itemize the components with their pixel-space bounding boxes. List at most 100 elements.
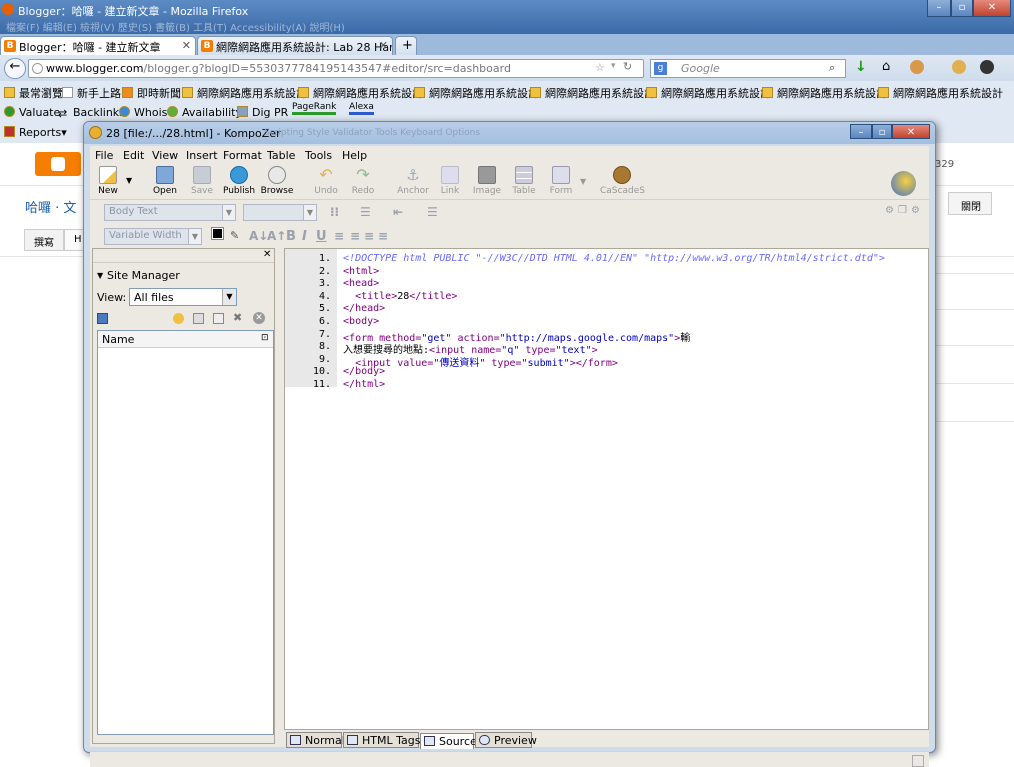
italic-button[interactable]: I xyxy=(302,229,307,244)
publish-button[interactable]: Publish xyxy=(221,166,257,196)
source-line[interactable]: </head> xyxy=(337,303,385,314)
greasemonkey-icon[interactable] xyxy=(910,60,924,74)
download-icon[interactable]: ↓ xyxy=(855,59,867,75)
menu-table[interactable]: Table xyxy=(267,149,295,162)
search-icon[interactable]: ⌕ xyxy=(829,61,835,75)
backlinks-button[interactable]: ⇄ Backlinks xyxy=(58,106,125,120)
collapse-icon[interactable]: ▼ xyxy=(97,271,103,280)
bookmark-item[interactable]: 最常瀏覽 xyxy=(4,85,63,101)
close-tab-icon[interactable]: ✕ xyxy=(379,39,388,52)
kz-maximize-button[interactable]: ▫ xyxy=(872,124,892,139)
compose-tab[interactable]: 撰寫 xyxy=(24,229,64,251)
zoom-icon[interactable]: ⚙ xyxy=(911,205,920,216)
tab-blogger[interactable]: B Blogger：哈囉 - 建立新文章 ✕ xyxy=(0,36,196,55)
bookmark-item[interactable]: 新手上路 xyxy=(62,85,121,101)
menu-file[interactable]: File xyxy=(95,149,113,162)
valuate-button[interactable]: Valuate xyxy=(4,106,60,119)
source-line[interactable]: <head> xyxy=(337,278,379,289)
reports-button[interactable]: Reports▾ xyxy=(4,126,67,139)
bookmark-item[interactable]: 網際網路應用系統設計 xyxy=(298,85,423,101)
source-line[interactable]: </html> xyxy=(337,379,385,390)
back-button[interactable]: ← xyxy=(4,58,26,79)
justify-icon[interactable]: ≡ xyxy=(378,229,388,243)
name-column-header[interactable]: Name ⊡ xyxy=(98,331,273,348)
site-file-list[interactable]: Name ⊡ xyxy=(97,330,274,735)
menu-tools[interactable]: Tools xyxy=(305,149,332,162)
anchor-button[interactable]: ⚓ Anchor xyxy=(395,166,431,196)
source-line[interactable]: <title>28</title> xyxy=(337,291,457,302)
alexa-meter[interactable]: Alexa xyxy=(349,102,374,115)
html-tab[interactable]: H xyxy=(64,229,84,251)
form-button[interactable]: Form xyxy=(543,166,579,196)
close-panel-icon[interactable]: ✕ xyxy=(263,249,271,260)
save-button[interactable]: Save xyxy=(184,166,220,196)
search-box[interactable]: g Google ⌕ xyxy=(650,59,846,78)
font-width-select[interactable]: Variable Width ▼ xyxy=(104,228,202,245)
spellcheck-icon[interactable]: ⚙ xyxy=(885,205,894,216)
numbered-list-icon[interactable]: ☰ xyxy=(360,205,371,219)
highlight-icon[interactable]: ✎ xyxy=(230,229,239,242)
align-right-icon[interactable]: ≡ xyxy=(364,229,374,243)
align-center-icon[interactable]: ≡ xyxy=(350,229,360,243)
copy-style-icon[interactable]: ❐ xyxy=(898,205,907,216)
menu-format[interactable]: Format xyxy=(223,149,262,162)
font-smaller-icon[interactable]: A↓ xyxy=(249,229,268,243)
close-button[interactable]: ✕ xyxy=(973,0,1011,17)
indent-icon[interactable]: ☰ xyxy=(427,205,438,219)
text-color-swatch[interactable] xyxy=(211,227,224,240)
table-button[interactable]: Table xyxy=(506,166,542,196)
cascades-button[interactable]: CaScadeS xyxy=(600,166,645,196)
new-button[interactable]: New xyxy=(90,166,126,196)
tab-preview[interactable]: Preview xyxy=(475,732,537,748)
minimize-button[interactable]: – xyxy=(927,0,951,17)
bookmark-item[interactable]: 網際網路應用系統設計 xyxy=(762,85,887,101)
stop-icon[interactable]: ✕ xyxy=(253,312,265,324)
digpr-button[interactable]: Dig PR xyxy=(237,106,288,119)
tab-html-tags[interactable]: HTML Tags xyxy=(343,732,420,748)
source-line[interactable]: <body> xyxy=(337,316,379,327)
bold-button[interactable]: B xyxy=(286,229,296,244)
firefox-menubar[interactable]: 檔案(F) 編輯(E) 檢視(V) 歷史(S) 書籤(B) 工具(T) Acce… xyxy=(6,19,345,34)
site-icon[interactable] xyxy=(97,313,108,324)
bookmark-item[interactable]: 即時新聞 xyxy=(122,85,181,101)
bookmark-star-icon[interactable]: ☆ xyxy=(595,61,605,74)
resize-grip-icon[interactable] xyxy=(912,755,924,767)
bookmark-item[interactable]: 網際網路應用系統設計 xyxy=(530,85,655,101)
delete-icon[interactable]: ✖ xyxy=(233,311,242,324)
font-larger-icon[interactable]: A↑ xyxy=(267,229,286,243)
availability-button[interactable]: Availability xyxy=(167,106,242,119)
addon-icon[interactable] xyxy=(980,60,994,74)
new-tab-button[interactable]: + xyxy=(395,36,417,55)
close-tab-icon[interactable]: ✕ xyxy=(182,39,191,52)
dropdown-icon[interactable]: ▾ xyxy=(611,61,616,71)
font-select[interactable]: ▼ xyxy=(243,204,317,221)
kz-minimize-button[interactable]: – xyxy=(850,124,872,139)
url-bar[interactable]: www.blogger.com/blogger.g?blogID=5530377… xyxy=(28,59,644,78)
source-line[interactable]: <!DOCTYPE html PUBLIC "-//W3C//DTD HTML … xyxy=(337,253,885,264)
new-site-icon[interactable] xyxy=(173,313,184,324)
column-picker-icon[interactable]: ⊡ xyxy=(261,333,269,343)
redo-button[interactable]: ↷ Redo xyxy=(345,166,381,197)
menu-insert[interactable]: Insert xyxy=(186,149,218,162)
edit-site-icon[interactable] xyxy=(193,313,204,324)
home-icon[interactable]: ⌂ xyxy=(882,59,890,74)
menu-help[interactable]: Help xyxy=(342,149,367,162)
tab-source[interactable]: Source xyxy=(420,733,477,749)
reload-icon[interactable]: ↻ xyxy=(623,60,632,73)
image-button[interactable]: Image xyxy=(469,166,505,196)
underline-button[interactable]: U xyxy=(316,229,327,244)
post-title[interactable]: 哈囉 · 文 xyxy=(25,197,76,216)
whois-button[interactable]: Whois xyxy=(119,106,167,119)
maximize-button[interactable]: ▫ xyxy=(951,0,973,17)
source-editor[interactable]: 1. 2. 3. 4. 5. 6. 7. 8. 9. 10. 11. <!DOCTYPE html … xyxy=(284,248,929,730)
bullet-list-icon[interactable]: ⁝⁝ xyxy=(330,205,339,219)
source-line[interactable]: </body> xyxy=(337,366,385,377)
bookmark-item[interactable]: 網際網路應用系統設計 xyxy=(182,85,307,101)
tab-normal[interactable]: Normal xyxy=(286,732,345,748)
blogger-logo[interactable] xyxy=(35,152,81,176)
menu-view[interactable]: View xyxy=(152,149,178,162)
paragraph-format-select[interactable]: Body Text ▼ xyxy=(104,204,236,221)
close-post-button[interactable]: 關閉 xyxy=(948,192,992,215)
bookmark-item[interactable]: 網際網路應用系統設計 xyxy=(646,85,771,101)
form-dropdown-icon[interactable]: ▼ xyxy=(580,177,586,186)
